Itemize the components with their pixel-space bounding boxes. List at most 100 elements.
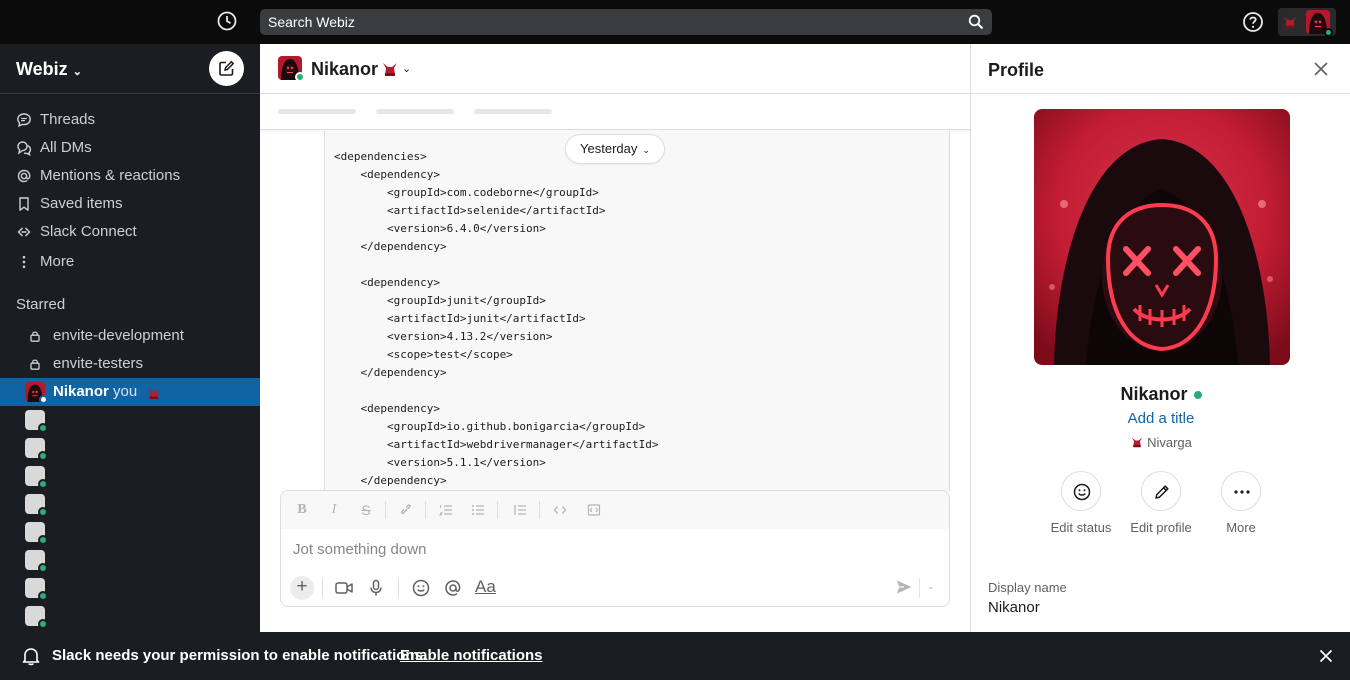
more-actions-circle <box>1221 471 1261 511</box>
edit-profile-button[interactable]: Edit profile <box>1121 471 1201 535</box>
help-icon[interactable] <box>1242 11 1264 33</box>
presence-dot <box>1324 28 1333 37</box>
italic-icon[interactable]: I <box>327 503 341 517</box>
sidebar-dm-item[interactable] <box>25 578 48 601</box>
sidebar-channel-envite-development[interactable]: envite-development <box>0 322 260 350</box>
sidebar-item-label: Threads <box>40 111 96 128</box>
sidebar-item-label: More <box>40 253 75 270</box>
sidebar-dm-item[interactable] <box>25 522 48 545</box>
date-divider-label: Yesterday <box>580 141 638 156</box>
notification-message: Slack needs your permission to enable no… <box>52 647 428 664</box>
sidebar-dm-item[interactable] <box>25 550 48 573</box>
sidebar-item-more[interactable]: More <box>0 248 260 276</box>
presence-dot <box>39 395 48 404</box>
top-bar: Search Webiz <box>0 0 1350 44</box>
devil-emoji-icon <box>1282 15 1298 29</box>
composer-input[interactable]: Jot something down <box>293 541 426 558</box>
bullet-list-icon[interactable] <box>471 503 485 517</box>
dm-name: Nikanor <box>53 383 109 400</box>
workspace-name: Webiz <box>16 59 68 79</box>
workspace-header: Webiz ⌄ <box>0 44 260 94</box>
enable-notifications-link[interactable]: Enable notifications <box>400 647 543 664</box>
panel-title: Profile <box>988 60 1045 80</box>
link-icon[interactable] <box>399 503 413 517</box>
code-block-icon[interactable] <box>587 503 601 517</box>
code-block: <dependencies> <dependency> <groupId>com… <box>324 131 950 491</box>
user-menu-button[interactable] <box>1278 8 1336 37</box>
sidebar-item-saved[interactable]: Saved items <box>0 190 260 218</box>
toolbar-divider <box>385 501 386 519</box>
chevron-down-icon[interactable]: ⌄ <box>402 62 411 75</box>
search-placeholder: Search Webiz <box>268 14 355 30</box>
search-input[interactable]: Search Webiz <box>260 9 992 35</box>
profile-name: Nikanor <box>971 384 1350 405</box>
at-icon <box>17 169 31 183</box>
compose-button[interactable] <box>209 51 244 86</box>
channel-label: envite-development <box>53 327 184 344</box>
display-name-label: Display name <box>988 580 1067 595</box>
edit-status-button[interactable]: Edit status <box>1041 471 1121 535</box>
sidebar-dm-item[interactable] <box>25 494 48 517</box>
action-label: Edit profile <box>1130 520 1192 535</box>
profile-panel: Profile Nikanor Add a title Nivarga Edit… <box>970 44 1350 632</box>
profile-photo[interactable] <box>1034 109 1290 365</box>
presence-dot <box>38 451 48 461</box>
sidebar-item-slack-connect[interactable]: Slack Connect <box>0 218 260 246</box>
main-pane: Nikanor ⌄ <dependencies> <dependency> <g… <box>260 44 970 632</box>
date-divider-button[interactable]: Yesterday ⌄ <box>565 134 665 164</box>
strikethrough-icon[interactable]: S <box>359 503 373 517</box>
presence-dot <box>38 563 48 573</box>
mention-icon[interactable] <box>443 578 463 598</box>
add-attachment-button[interactable]: + <box>290 576 314 600</box>
sidebar: Webiz ⌄ Threads All DMs Mentions & react… <box>0 44 260 632</box>
more-actions-button[interactable]: More <box>1201 471 1281 535</box>
sidebar-item-label: Slack Connect <box>40 223 137 240</box>
sidebar-item-all-dms[interactable]: All DMs <box>0 134 260 162</box>
bookmark-icon <box>19 197 29 211</box>
bookmark-placeholder[interactable] <box>376 109 454 114</box>
chevron-down-icon: ⌄ <box>69 66 82 78</box>
ordered-list-icon[interactable] <box>439 503 453 517</box>
sidebar-dm-item[interactable] <box>25 606 48 629</box>
code-icon[interactable] <box>553 503 567 517</box>
starred-section-title[interactable]: Starred <box>16 296 65 313</box>
sidebar-dm-item[interactable] <box>25 410 48 433</box>
bookmark-placeholder[interactable] <box>278 109 356 114</box>
sidebar-channel-envite-testers[interactable]: envite-testers <box>0 350 260 378</box>
edit-profile-circle <box>1141 471 1181 511</box>
microphone-icon[interactable] <box>366 578 386 598</box>
workspace-menu[interactable]: Webiz ⌄ <box>16 59 82 80</box>
emoji-icon[interactable] <box>411 578 431 598</box>
sidebar-dm-item[interactable] <box>25 466 48 489</box>
close-icon[interactable] <box>1311 59 1331 79</box>
history-icon[interactable] <box>216 10 240 34</box>
sidebar-item-mentions[interactable]: Mentions & reactions <box>0 162 260 190</box>
chevron-down-icon[interactable]: ⌄ <box>927 581 935 592</box>
lock-icon <box>30 359 40 370</box>
sidebar-dm-nikanor[interactable]: Nikanor you <box>0 378 260 406</box>
edit-status-circle <box>1061 471 1101 511</box>
close-icon[interactable] <box>1317 647 1335 665</box>
video-icon[interactable] <box>334 578 354 598</box>
bell-icon <box>22 648 40 666</box>
compose-icon <box>219 60 235 76</box>
presence-dot <box>38 619 48 629</box>
bold-icon[interactable]: B <box>295 503 309 517</box>
formatting-toggle-button[interactable]: Aa <box>475 577 496 597</box>
lock-icon <box>30 331 40 342</box>
chevron-down-icon: ⌄ <box>642 145 650 155</box>
code-text: <dependencies> <dependency> <groupId>com… <box>334 150 659 487</box>
add-title-link[interactable]: Add a title <box>971 410 1350 427</box>
presence-dot <box>38 507 48 517</box>
send-icon[interactable] <box>895 578 913 596</box>
channel-title[interactable]: Nikanor <box>311 59 378 80</box>
toolbar-divider <box>497 501 498 519</box>
devil-emoji-icon <box>146 386 162 400</box>
more-vertical-icon <box>22 255 26 269</box>
channel-header: Nikanor ⌄ <box>260 44 970 94</box>
sidebar-dm-item[interactable] <box>25 438 48 461</box>
sidebar-item-threads[interactable]: Threads <box>0 106 260 134</box>
bookmark-placeholder[interactable] <box>474 109 552 114</box>
more-horizontal-icon <box>1234 490 1250 494</box>
blockquote-icon[interactable] <box>513 503 527 517</box>
